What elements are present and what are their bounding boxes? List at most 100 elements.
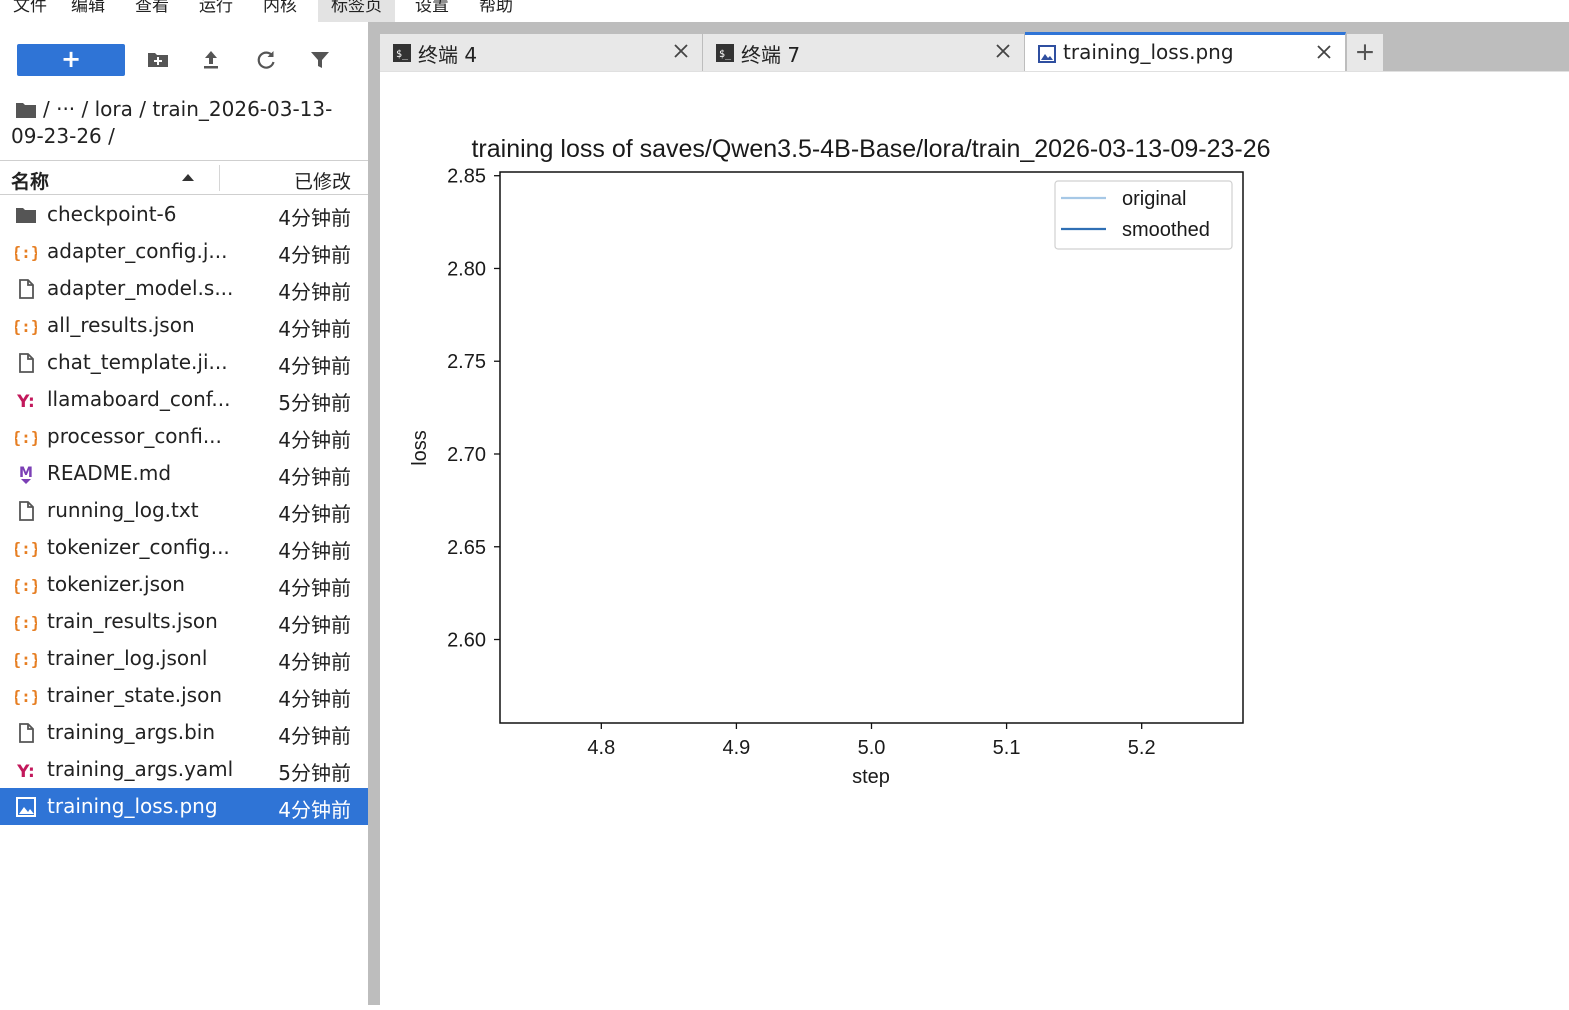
column-name-header[interactable]: 名称 [11, 167, 49, 194]
menu-item[interactable]: 编辑 [58, 0, 118, 22]
file-list-item[interactable]: {:} train_results.json 4分钟前 [0, 603, 368, 640]
file-modified-time: 4分钟前 [278, 354, 351, 378]
filter-button[interactable] [306, 46, 334, 74]
tab-terminal[interactable]: $_ 终端 7 [703, 34, 1025, 71]
image-viewer: training loss of saves/Qwen3.5-4B-Base/l… [380, 71, 1569, 1005]
file-name: trainer_log.jsonl [47, 646, 208, 670]
terminal-icon: $_ [716, 44, 734, 66]
svg-text:Y:: Y: [16, 392, 35, 410]
chart-legend: original smoothed [1054, 180, 1233, 250]
file-name: adapter_model.s... [47, 276, 234, 300]
json-file-icon: {:} [12, 649, 41, 669]
menu-item[interactable]: 运行 [186, 0, 246, 22]
file-icon [15, 723, 37, 743]
y-tick-label: 2.65 [447, 537, 486, 559]
menu-item[interactable]: 标签页 [318, 0, 395, 22]
legend-label: smoothed [1122, 219, 1210, 241]
file-list-item[interactable]: {:} tokenizer_config... 4分钟前 [0, 529, 368, 566]
file-list-item[interactable]: training_args.bin 4分钟前 [0, 714, 368, 751]
file-modified-time: 4分钟前 [278, 613, 351, 637]
json-file-icon: {:} [12, 686, 41, 706]
menu-item[interactable]: 设置 [402, 0, 462, 22]
legend-label: original [1122, 188, 1186, 210]
file-name: processor_confi... [47, 424, 222, 448]
new-folder-button[interactable] [144, 46, 172, 74]
column-divider[interactable] [219, 165, 220, 191]
file-name: README.md [47, 461, 172, 485]
file-modified-time: 4分钟前 [278, 280, 351, 304]
file-list-item[interactable]: training_loss.png 4分钟前 [0, 788, 368, 825]
menu-item[interactable]: 查看 [122, 0, 182, 22]
file-modified-time: 4分钟前 [278, 687, 351, 711]
new-launcher-label: + [60, 45, 82, 73]
menu-item[interactable]: 文件 [0, 0, 60, 22]
file-list-item[interactable]: {:} processor_confi... 4分钟前 [0, 418, 368, 455]
breadcrumb-path-line2[interactable]: 09-23-26 / [11, 123, 115, 150]
close-icon[interactable] [673, 43, 689, 63]
y-axis: 2.60 2.65 2.70 2.75 2.80 2.85 [447, 166, 500, 652]
tab-label: 终端 4 [418, 43, 478, 67]
file-modified-time: 4分钟前 [278, 317, 351, 341]
training-loss-chart: training loss of saves/Qwen3.5-4B-Base/l… [409, 135, 1271, 788]
menu-item[interactable]: 内核 [250, 0, 310, 22]
close-icon[interactable] [1316, 44, 1332, 64]
y-tick-label: 2.85 [447, 166, 486, 188]
breadcrumb-path-line1[interactable]: / ··· / lora / train_2026-03-13- [11, 96, 332, 123]
file-list-item[interactable]: {:} trainer_state.json 4分钟前 [0, 677, 368, 714]
x-tick-label: 5.1 [993, 737, 1021, 759]
file-name: running_log.txt [47, 498, 199, 522]
tab-image-viewer[interactable]: training_loss.png [1025, 32, 1346, 71]
file-list-item[interactable]: {:} tokenizer.json 4分钟前 [0, 566, 368, 603]
svg-text:$_: $_ [719, 49, 732, 60]
file-list-item[interactable]: adapter_model.s... 4分钟前 [0, 270, 368, 307]
y-tick-label: 2.60 [447, 630, 486, 652]
panel-splitter[interactable] [368, 22, 380, 1005]
file-list-item[interactable]: {:} all_results.json 4分钟前 [0, 307, 368, 344]
svg-text:{:}: {:} [15, 650, 37, 669]
file-list-item[interactable]: {:} adapter_config.j... 4分钟前 [0, 233, 368, 270]
new-launcher-button[interactable]: + [17, 44, 125, 76]
y-tick-label: 2.70 [447, 444, 486, 466]
file-name: checkpoint-6 [47, 202, 177, 226]
file-name: training_args.bin [47, 720, 216, 744]
filter-icon [311, 52, 329, 68]
refresh-icon [257, 51, 275, 69]
svg-text:{:}: {:} [15, 428, 37, 447]
column-modified-header[interactable]: 已修改 [294, 167, 351, 194]
file-modified-time: 4分钟前 [278, 576, 351, 600]
terminal-icon: $_ [393, 44, 411, 66]
file-list-item[interactable]: running_log.txt 4分钟前 [0, 492, 368, 529]
file-icon [15, 353, 37, 373]
tab-terminal[interactable]: $_ 终端 4 [380, 34, 703, 71]
yaml-file-icon: Y: [15, 760, 37, 782]
file-name: training_loss.png [47, 794, 218, 818]
refresh-button[interactable] [252, 46, 280, 74]
file-list-item[interactable]: Y: training_args.yaml 5分钟前 [0, 751, 368, 788]
file-name: tokenizer_config... [47, 535, 230, 559]
file-name: chat_template.ji... [47, 350, 228, 374]
json-file-icon: {:} [12, 316, 41, 336]
menu-bar: 文件 编辑 查看 运行 内核 标签页 设置 帮助 [0, 0, 1569, 22]
json-file-icon: {:} [12, 538, 41, 558]
y-tick-label: 2.80 [447, 258, 486, 280]
file-list-item[interactable]: {:} trainer_log.jsonl 4分钟前 [0, 640, 368, 677]
json-file-icon: {:} [12, 427, 41, 447]
y-tick-label: 2.75 [447, 351, 486, 373]
menu-item[interactable]: 帮助 [466, 0, 526, 22]
file-list-item[interactable]: M README.md 4分钟前 [0, 455, 368, 492]
file-modified-time: 4分钟前 [278, 243, 351, 267]
file-name: training_args.yaml [47, 757, 234, 781]
upload-button[interactable] [197, 46, 225, 74]
file-list-item[interactable]: Y: llamaboard_conf... 5分钟前 [0, 381, 368, 418]
file-modified-time: 4分钟前 [278, 206, 351, 230]
tab-label: training_loss.png [1063, 40, 1234, 64]
add-tab-button[interactable]: + [1347, 34, 1383, 71]
file-modified-time: 4分钟前 [278, 428, 351, 452]
x-tick-label: 4.8 [587, 737, 615, 759]
file-name: all_results.json [47, 313, 195, 337]
sort-ascending-icon[interactable] [181, 173, 195, 182]
file-name: llamaboard_conf... [47, 387, 231, 411]
file-list-item[interactable]: checkpoint-6 4分钟前 [0, 196, 368, 233]
file-list-item[interactable]: chat_template.ji... 4分钟前 [0, 344, 368, 381]
close-icon[interactable] [995, 43, 1011, 63]
